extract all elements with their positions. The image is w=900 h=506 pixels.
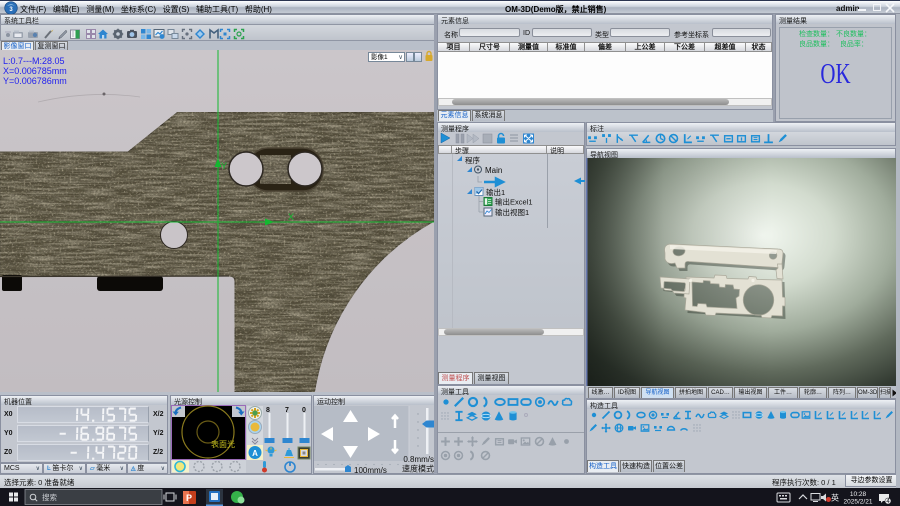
svg-text:输出视图1: 输出视图1 — [495, 207, 529, 217]
svg-text:A: A — [252, 449, 258, 458]
svg-text:X: X — [288, 212, 294, 222]
svg-text:2025/2/21: 2025/2/21 — [844, 499, 873, 506]
svg-text:P: P — [186, 493, 192, 503]
svg-text:L:0.7---M:28.05: L:0.7---M:28.05 — [3, 56, 65, 66]
svg-text:10:28: 10:28 — [850, 491, 867, 498]
svg-text:Y: Y — [221, 161, 227, 171]
svg-text:7: 7 — [285, 407, 289, 414]
svg-text:8: 8 — [266, 407, 270, 414]
svg-text:英: 英 — [831, 493, 839, 503]
svg-text:100mm/s: 100mm/s — [354, 466, 387, 473]
svg-text:程序: 程序 — [465, 155, 480, 165]
svg-text:输出Excel1: 输出Excel1 — [495, 197, 533, 207]
svg-text:Main: Main — [485, 166, 502, 175]
svg-text:0: 0 — [302, 407, 306, 414]
svg-text:Y=0.006786mm: Y=0.006786mm — [3, 76, 67, 86]
svg-text:0.8mm/s: 0.8mm/s — [403, 455, 434, 464]
svg-text:搜索: 搜索 — [42, 492, 57, 502]
svg-text:输出1: 输出1 — [486, 187, 505, 197]
svg-text:表面光: 表面光 — [211, 439, 235, 449]
svg-text:X=0.006785mm: X=0.006785mm — [3, 66, 67, 76]
svg-text:速度模式: 速度模式 — [402, 464, 434, 474]
